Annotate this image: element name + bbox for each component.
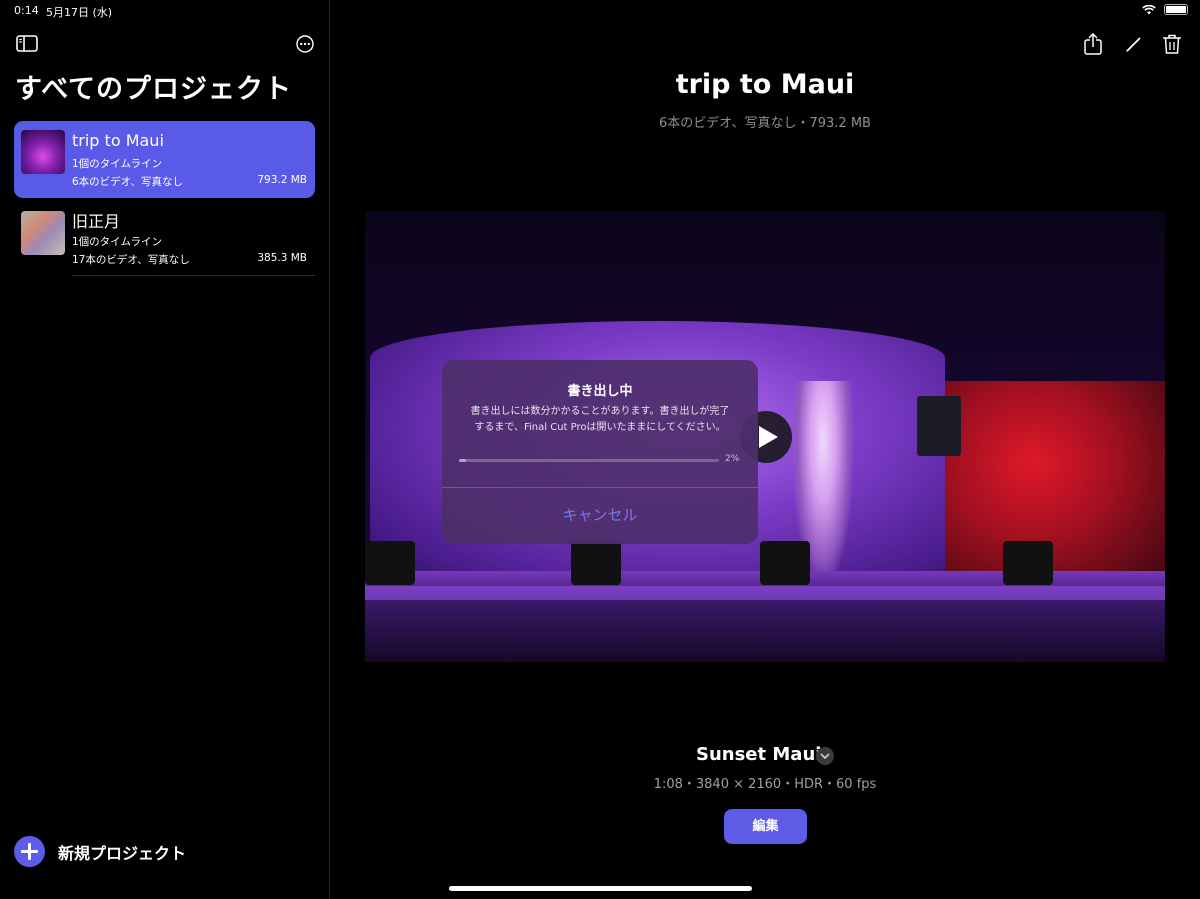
timeline-name[interactable]: Sunset Maui — [696, 744, 821, 765]
project-name: trip to Maui — [72, 131, 164, 150]
project-thumbnail — [21, 211, 65, 255]
project-size: 385.3 MB — [257, 252, 307, 264]
divider — [72, 275, 315, 276]
video-scene-speaker — [917, 396, 961, 456]
video-scene-red-light — [945, 381, 1165, 586]
project-item-lunar-new-year[interactable]: 旧正月 1個のタイムライン 17本のビデオ、写真なし 385.3 MB — [14, 202, 315, 276]
video-scene-light — [365, 541, 415, 585]
dialog-title: 書き出し中 — [567, 384, 633, 399]
export-dialog: 書き出し中 書き出しには数分かかることがあります。書き出しが完了 するまで、Fi… — [442, 360, 758, 544]
project-media: 6本のビデオ、写真なし — [72, 176, 184, 188]
project-title: trip to Maui — [675, 69, 855, 100]
chevron-down-icon — [820, 753, 830, 760]
export-progress-fill — [459, 459, 466, 462]
dialog-message: 書き出しには数分かかることがあります。書き出しが完了 するまで、Final Cu… — [456, 404, 744, 436]
plus-circle-icon — [14, 836, 45, 867]
dialog-message-line: 書き出しには数分かかることがあります。書き出しが完了 — [470, 406, 730, 417]
project-item-trip-to-maui[interactable]: trip to Maui 1個のタイムライン 6本のビデオ、写真なし 793.2… — [14, 121, 315, 198]
project-subtitle: 6本のビデオ、写真なし・793.2 MB — [659, 116, 871, 131]
ellipsis-circle-icon[interactable] — [296, 35, 314, 53]
cancel-button[interactable]: キャンセル — [442, 487, 758, 544]
timeline-menu-button[interactable] — [816, 747, 834, 765]
trash-icon[interactable] — [1160, 32, 1184, 56]
dialog-message-line: するまで、Final Cut Proは開いたままにしてください。 — [474, 422, 726, 433]
project-size: 793.2 MB — [257, 174, 307, 186]
pencil-icon[interactable] — [1122, 32, 1146, 56]
project-timelines: 1個のタイムライン — [72, 236, 162, 248]
play-icon — [759, 426, 778, 448]
export-progress-label: 2% — [725, 454, 740, 464]
project-thumbnail — [21, 130, 65, 174]
video-scene-stage-edge — [365, 586, 1165, 600]
project-timelines: 1個のタイムライン — [72, 158, 162, 170]
timeline-meta: 1:08・3840 × 2160・HDR・60 fps — [653, 777, 877, 792]
edit-button[interactable]: 編集 — [724, 809, 807, 844]
share-icon[interactable] — [1081, 32, 1105, 56]
new-project-label: 新規プロジェクト — [58, 843, 187, 863]
sidebar-icon[interactable] — [16, 35, 38, 52]
project-media: 17本のビデオ、写真なし — [72, 254, 190, 266]
home-indicator[interactable] — [449, 886, 752, 891]
video-scene-light — [1003, 541, 1053, 585]
export-progress-bar — [459, 459, 719, 462]
project-name: 旧正月 — [72, 212, 121, 231]
new-project-button[interactable]: 新規プロジェクト — [14, 836, 186, 867]
sidebar-title: すべてのプロジェクト — [15, 74, 293, 105]
sidebar: すべてのプロジェクト trip to Maui 1個のタイムライン 6本のビデオ… — [0, 0, 330, 899]
video-scene-light — [571, 541, 621, 585]
video-scene-light — [760, 541, 810, 585]
